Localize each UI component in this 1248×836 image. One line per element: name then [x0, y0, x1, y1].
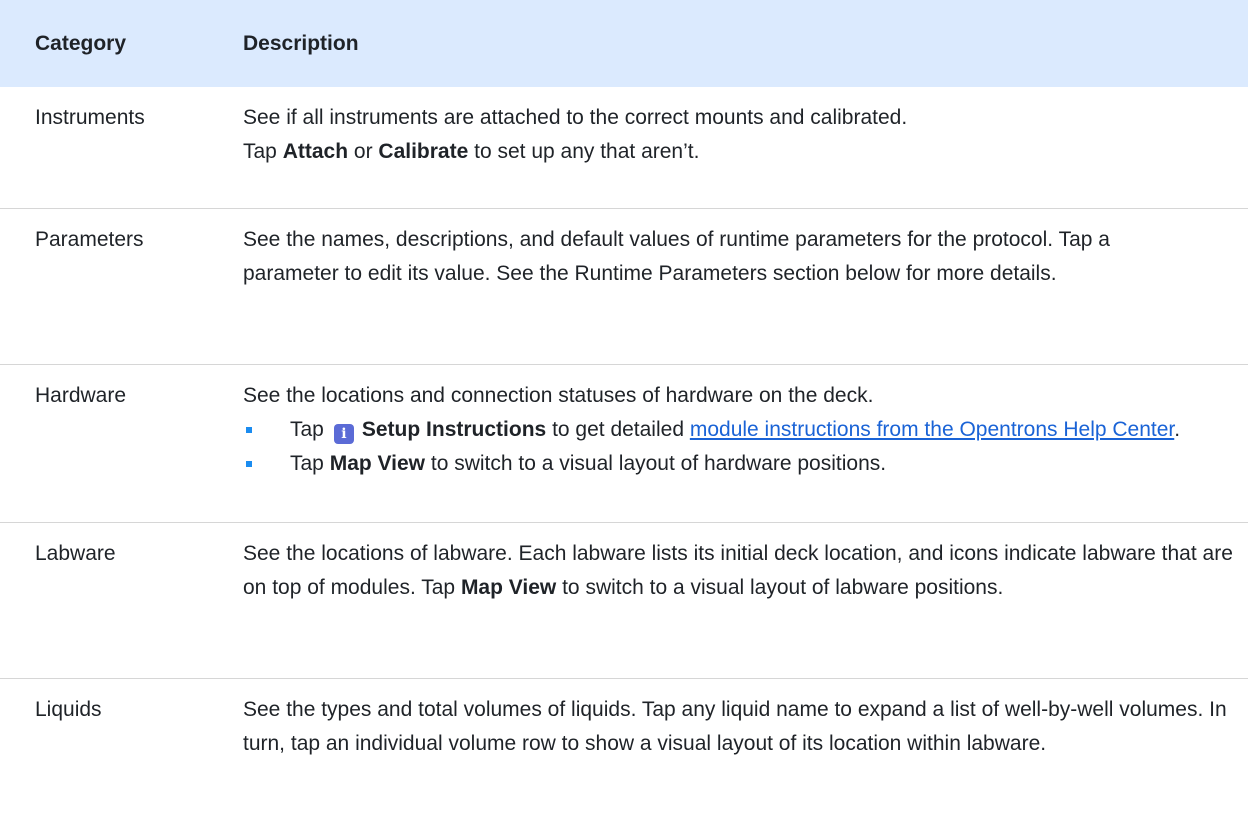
text: Tap	[290, 418, 324, 441]
calibrate-term: Calibrate	[378, 140, 468, 163]
setup-categories-table: Category Description Instruments See if …	[0, 0, 1248, 836]
table-row: Liquids See the types and total volumes …	[0, 679, 1248, 836]
text: to switch to a visual layout of hardware…	[431, 452, 886, 475]
description-cell: See if all instruments are attached to t…	[243, 87, 1248, 209]
instruments-line-1: See if all instruments are attached to t…	[243, 101, 1248, 135]
hardware-bullets: Tapi Setup Instructions to get detailed m…	[243, 413, 1248, 481]
table-header: Category Description	[0, 0, 1248, 87]
table-row: Labware See the locations of labware. Ea…	[0, 523, 1248, 679]
parameters-text: See the names, descriptions, and default…	[243, 223, 1193, 291]
category-cell: Instruments	[0, 87, 243, 209]
table-row: Parameters See the names, descriptions, …	[0, 209, 1248, 365]
instruments-line-2: Tap Attach or Calibrate to set up any th…	[243, 135, 1248, 169]
hardware-intro: See the locations and connection statuse…	[243, 379, 1248, 413]
description-cell: See the locations of labware. Each labwa…	[243, 523, 1248, 679]
header-row: Category Description	[0, 0, 1248, 87]
table-row: Instruments See if all instruments are a…	[0, 87, 1248, 209]
attach-term: Attach	[283, 140, 348, 163]
text: or	[354, 140, 373, 163]
text: to set up any that aren’t.	[474, 140, 699, 163]
help-center-link[interactable]: module instructions from the Opentrons H…	[690, 418, 1174, 441]
header-category: Category	[0, 0, 243, 87]
category-cell: Labware	[0, 523, 243, 679]
text: to get detailed	[552, 418, 684, 441]
text: .	[1174, 418, 1180, 441]
text: Tap	[290, 452, 324, 475]
description-cell: See the types and total volumes of liqui…	[243, 679, 1248, 836]
category-cell: Liquids	[0, 679, 243, 836]
header-description: Description	[243, 0, 1248, 87]
setup-instructions-term: Setup Instructions	[362, 418, 546, 441]
list-item: Tap Map View to switch to a visual layou…	[243, 447, 1248, 481]
description-cell: See the locations and connection statuse…	[243, 365, 1248, 523]
category-cell: Hardware	[0, 365, 243, 523]
description-cell: See the names, descriptions, and default…	[243, 209, 1248, 365]
labware-text: See the locations of labware. Each labwa…	[243, 537, 1233, 605]
text: to switch to a visual layout of labware …	[562, 576, 1003, 599]
text: Tap	[243, 140, 277, 163]
map-view-term: Map View	[330, 452, 425, 475]
table-row: Hardware See the locations and connectio…	[0, 365, 1248, 523]
map-view-term: Map View	[461, 576, 556, 599]
info-icon: i	[334, 424, 354, 444]
list-item: Tapi Setup Instructions to get detailed m…	[243, 413, 1248, 447]
category-cell: Parameters	[0, 209, 243, 365]
liquids-text: See the types and total volumes of liqui…	[243, 693, 1233, 761]
